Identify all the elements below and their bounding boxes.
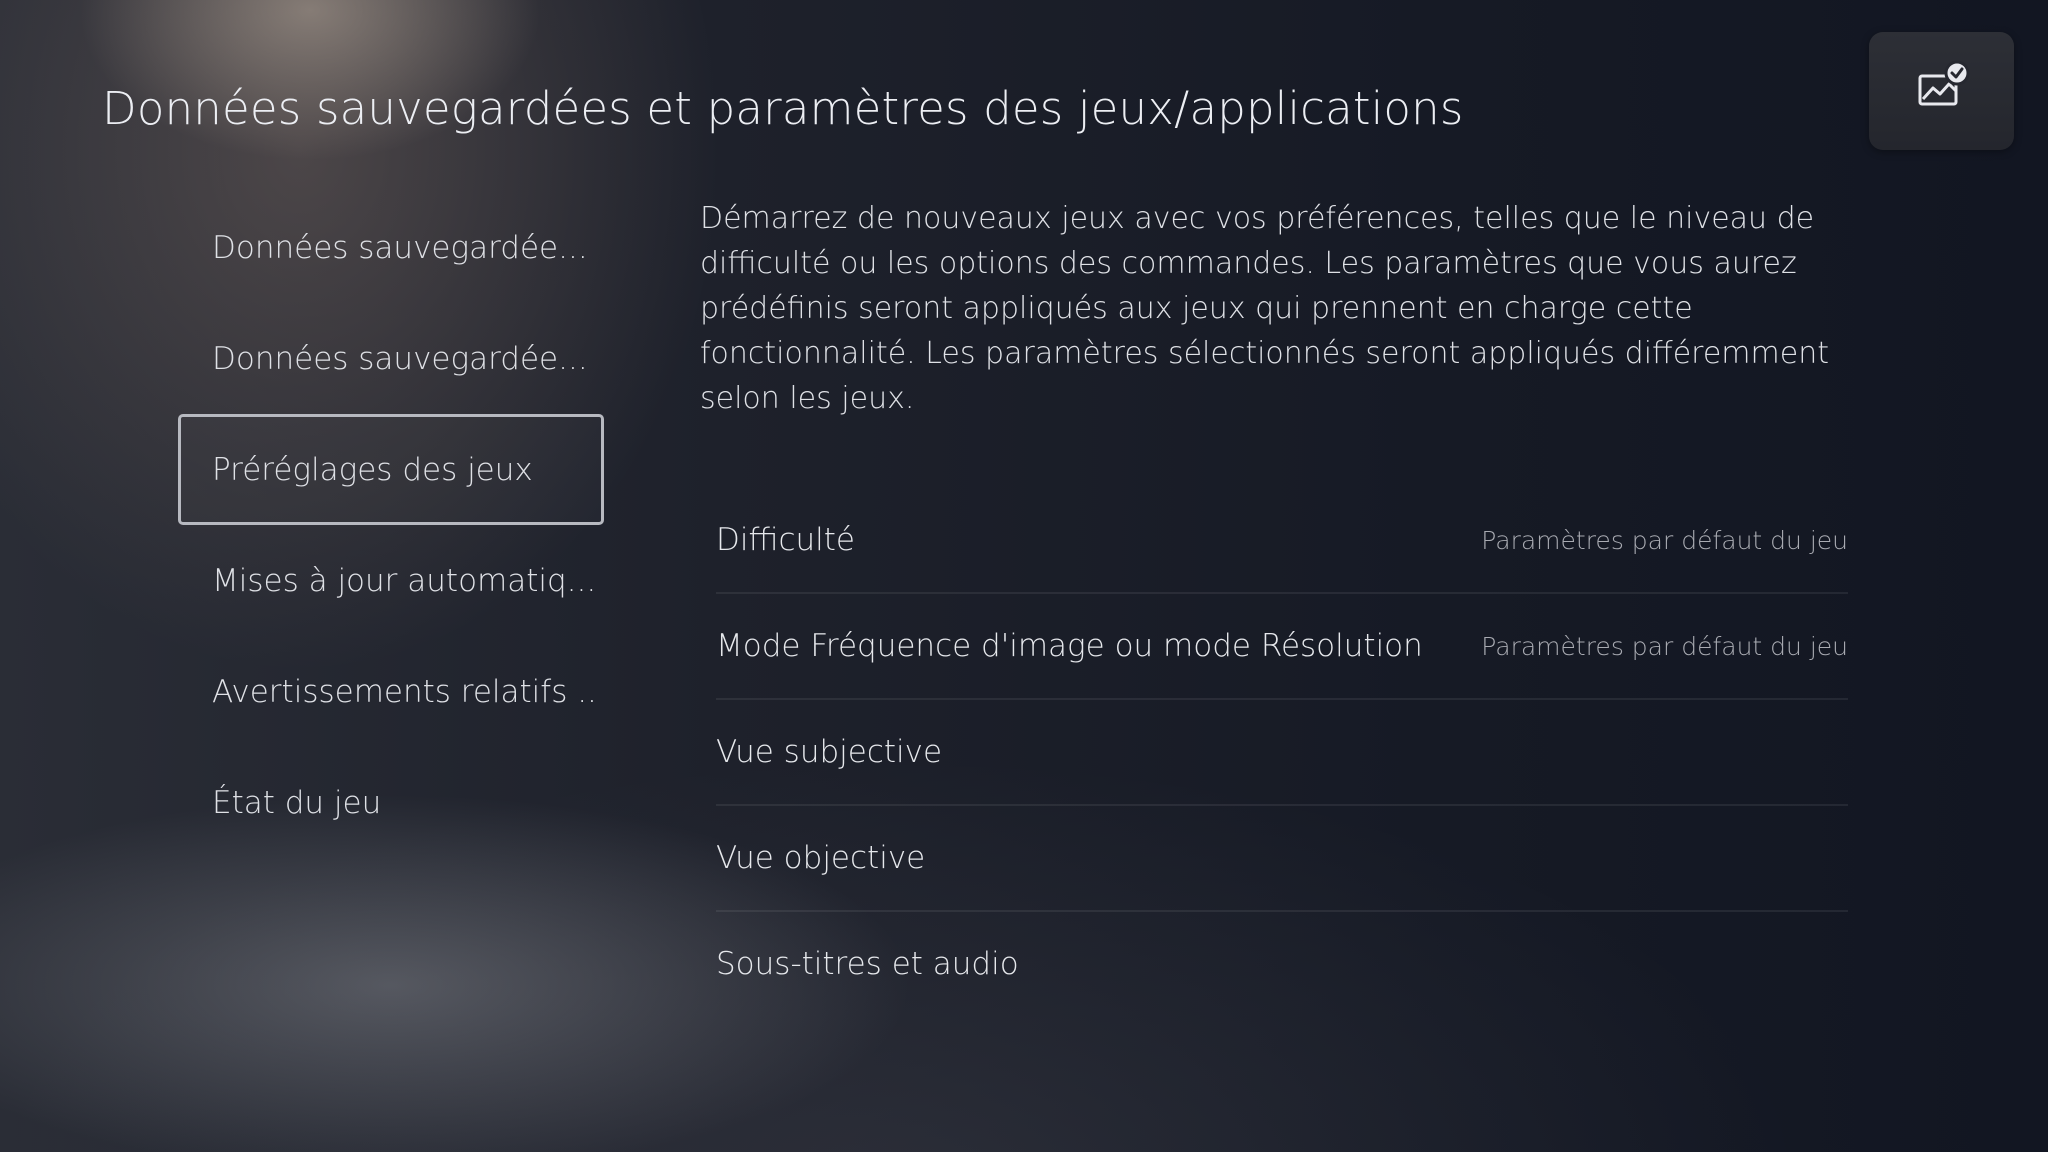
screenshot-status-button[interactable] bbox=[1869, 32, 2014, 150]
sidebar-item-game-presets[interactable]: Préréglages des jeux bbox=[178, 414, 604, 525]
setting-label: Difficulté bbox=[716, 522, 855, 558]
setting-label: Vue subjective bbox=[716, 734, 943, 770]
sidebar-item-game-status[interactable]: État du jeu bbox=[178, 747, 604, 858]
sidebar-item-saved-data-console[interactable]: Données sauvegardée... bbox=[178, 192, 604, 303]
setting-value: Paramètres par défaut du jeu bbox=[1481, 631, 1848, 661]
setting-label: Vue objective bbox=[716, 840, 926, 876]
setting-third-person-view[interactable]: Vue objective bbox=[716, 806, 1848, 912]
setting-label: Sous-titres et audio bbox=[716, 946, 1019, 982]
setting-performance-resolution-mode[interactable]: Mode Fréquence d'image ou mode Résolutio… bbox=[716, 594, 1848, 700]
setting-label: Mode Fréquence d'image ou mode Résolutio… bbox=[716, 628, 1423, 664]
sidebar-item-saved-data-other[interactable]: Données sauvegardée... bbox=[178, 303, 604, 414]
setting-value: Paramètres par défaut du jeu bbox=[1481, 525, 1848, 555]
sidebar-item-label: Données sauvegardée... bbox=[212, 229, 588, 266]
sidebar-item-label: Mises à jour automatiq... bbox=[212, 562, 597, 599]
sidebar-item-auto-updates[interactable]: Mises à jour automatiq... bbox=[178, 525, 604, 636]
page-title: Données sauvegardées et paramètres des j… bbox=[102, 82, 1464, 135]
sidebar-item-label: Avertissements relatifs ... bbox=[212, 673, 604, 710]
sidebar-item-label: Préréglages des jeux bbox=[212, 451, 533, 488]
sidebar-menu: Données sauvegardée... Données sauvegard… bbox=[178, 192, 604, 858]
sidebar-item-warnings[interactable]: Avertissements relatifs ... bbox=[178, 636, 604, 747]
section-description: Démarrez de nouveaux jeux avec vos préfé… bbox=[700, 201, 1829, 416]
setting-difficulty[interactable]: Difficulté Paramètres par défaut du jeu bbox=[716, 488, 1848, 594]
sidebar-item-label: État du jeu bbox=[212, 784, 382, 821]
sidebar-item-label: Données sauvegardée... bbox=[212, 340, 588, 377]
settings-list: Difficulté Paramètres par défaut du jeu … bbox=[716, 488, 1848, 1016]
setting-first-person-view[interactable]: Vue subjective bbox=[716, 700, 1848, 806]
screenshot-check-icon bbox=[1918, 60, 1970, 106]
setting-subtitles-audio[interactable]: Sous-titres et audio bbox=[716, 912, 1848, 1016]
